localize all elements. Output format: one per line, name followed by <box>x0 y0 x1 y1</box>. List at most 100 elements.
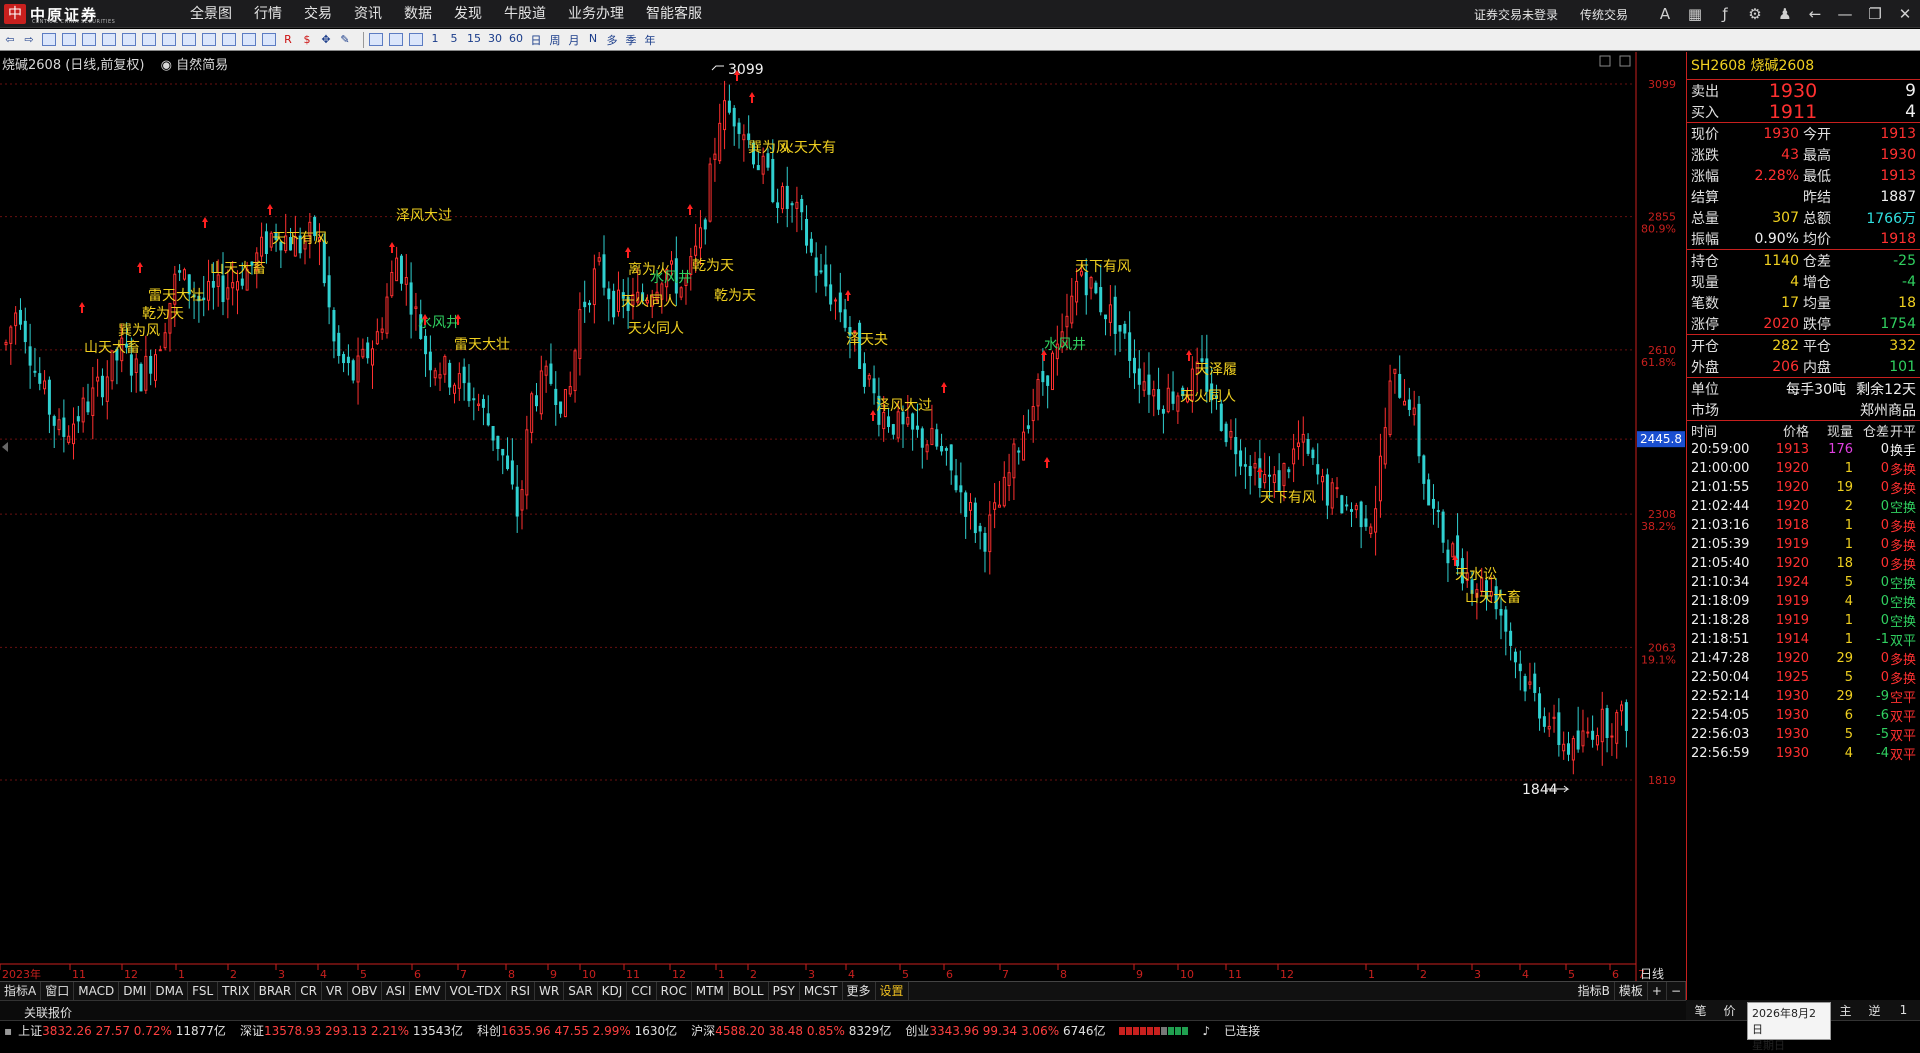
indicator-tab-21[interactable]: BOLL <box>729 982 769 1000</box>
tool-icon-15[interactable] <box>409 33 423 46</box>
indicator-right-tab-1[interactable]: 模板 <box>1615 982 1648 1000</box>
rsi-icon[interactable]: R <box>282 33 294 46</box>
indicator-tab-8[interactable]: CR <box>296 982 322 1000</box>
chart-maximize-icon[interactable] <box>1619 55 1631 67</box>
menu-item-1[interactable]: 行情 <box>254 0 282 28</box>
indicator-tab-17[interactable]: KDJ <box>598 982 628 1000</box>
period-9[interactable]: 多 <box>606 32 618 48</box>
move-icon[interactable]: ✥ <box>320 33 332 46</box>
tool-icon-6[interactable] <box>142 33 156 46</box>
period-5[interactable]: 日 <box>530 32 542 48</box>
sound-icon[interactable]: ♪ <box>1202 1024 1210 1038</box>
indicator-tab-23[interactable]: MCST <box>800 982 843 1000</box>
chart-restore-icon[interactable] <box>1599 55 1611 67</box>
pencil-icon[interactable]: ✎ <box>339 33 351 46</box>
indicator-tab-19[interactable]: ROC <box>657 982 692 1000</box>
indicator-tab-25[interactable]: 设置 <box>876 982 909 1000</box>
forward-arrow-icon[interactable]: ⇨ <box>23 33 35 46</box>
indicator-tab-11[interactable]: ASI <box>382 982 411 1000</box>
indicator-tab-9[interactable]: VR <box>322 982 348 1000</box>
indicator-tab-12[interactable]: EMV <box>410 982 446 1000</box>
indicator-tab-14[interactable]: RSI <box>507 982 536 1000</box>
indicator-tab-18[interactable]: CCI <box>627 982 657 1000</box>
period-0[interactable]: 1 <box>429 32 441 48</box>
period-11[interactable]: 年 <box>644 32 656 48</box>
period-1[interactable]: 5 <box>448 32 460 48</box>
period-8[interactable]: N <box>587 32 599 48</box>
panel-tab-7[interactable]: 1 <box>1889 1003 1918 1017</box>
tool-icon-8[interactable] <box>182 33 196 46</box>
zoom-out-button[interactable]: − <box>1667 982 1686 1000</box>
tool-icon-3[interactable] <box>82 33 96 46</box>
indicator-tab-22[interactable]: PSY <box>769 982 800 1000</box>
tool-icon-5[interactable] <box>122 33 136 46</box>
tool-icon-14[interactable] <box>389 33 403 46</box>
candlestick-chart[interactable]: 30992855261023082063181980.9%61.8%38.2%1… <box>0 52 1686 982</box>
indicator-tab-24[interactable]: 更多 <box>843 982 876 1000</box>
panel-tab-6[interactable]: 逆 <box>1860 1002 1889 1019</box>
indicator-tab-0[interactable]: 指标A <box>0 982 42 1000</box>
login-status-link[interactable]: 证券交易未登录 <box>1474 6 1558 23</box>
index-item[interactable]: 创业3343.96 99.34 3.06% 6746亿 <box>905 1022 1105 1039</box>
panel-tab-0[interactable]: 笔 <box>1686 1002 1715 1019</box>
period-label[interactable]: 日线 <box>1640 965 1664 982</box>
zoom-in-button[interactable]: + <box>1648 982 1667 1000</box>
restore-icon[interactable]: ❐ <box>1860 5 1890 23</box>
indicator-tab-1[interactable]: 窗口 <box>41 982 75 1000</box>
tool-icon-9[interactable] <box>202 33 216 46</box>
index-item[interactable]: 科创1635.96 47.55 2.99% 1630亿 <box>477 1022 677 1039</box>
indicator-tab-4[interactable]: DMA <box>151 982 189 1000</box>
buy-price[interactable]: 1911 <box>1733 101 1853 123</box>
tool-icon-13[interactable] <box>369 33 383 46</box>
menu-item-3[interactable]: 资讯 <box>354 0 382 28</box>
index-item[interactable]: 上证3832.26 27.57 0.72% 11877亿 <box>18 1022 226 1039</box>
indicator-tab-7[interactable]: BRAR <box>255 982 297 1000</box>
menu-item-5[interactable]: 发现 <box>454 0 482 28</box>
indicator-tab-10[interactable]: OBV <box>348 982 383 1000</box>
tool-icon-12[interactable] <box>262 33 276 46</box>
grid-layout-icon[interactable]: ▦ <box>1680 5 1710 23</box>
period-7[interactable]: 月 <box>568 32 580 48</box>
related-quote-label[interactable]: 关联报价 <box>24 1004 72 1021</box>
indicator-tab-5[interactable]: FSL <box>188 982 219 1000</box>
minimize-icon[interactable]: — <box>1830 5 1860 23</box>
indicator-tab-2[interactable]: MACD <box>74 982 120 1000</box>
menu-item-7[interactable]: 业务办理 <box>568 0 624 28</box>
menu-item-2[interactable]: 交易 <box>304 0 332 28</box>
classic-trade-link[interactable]: 传统交易 <box>1580 6 1628 23</box>
indicator-tab-6[interactable]: TRIX <box>218 982 255 1000</box>
index-item[interactable]: 深证13578.93 293.13 2.21% 13543亿 <box>240 1022 463 1039</box>
indicator-tab-16[interactable]: SAR <box>564 982 598 1000</box>
dollar-icon[interactable]: $ <box>301 33 313 46</box>
tool-icon-4[interactable] <box>102 33 116 46</box>
tool-icon-10[interactable] <box>222 33 236 46</box>
period-4[interactable]: 60 <box>509 32 523 48</box>
menu-item-8[interactable]: 智能客服 <box>646 0 702 28</box>
indicator-tab-3[interactable]: DMI <box>119 982 152 1000</box>
panel-tab-1[interactable]: 价 <box>1715 1002 1744 1019</box>
period-6[interactable]: 周 <box>549 32 561 48</box>
menu-item-0[interactable]: 全景图 <box>190 0 232 28</box>
tool-icon-7[interactable] <box>162 33 176 46</box>
menu-item-4[interactable]: 数据 <box>404 0 432 28</box>
formula-icon[interactable]: ƒ <box>1710 5 1740 23</box>
period-10[interactable]: 季 <box>625 32 637 48</box>
font-size-icon[interactable]: A <box>1650 5 1680 23</box>
tool-icon-1[interactable] <box>42 33 56 46</box>
indicator-tab-15[interactable]: WR <box>535 982 565 1000</box>
sell-price[interactable]: 1930 <box>1733 80 1853 102</box>
menu-item-6[interactable]: 牛股道 <box>504 0 546 28</box>
scroll-left-icon[interactable] <box>2 442 8 452</box>
indicator-right-tab-0[interactable]: 指标B <box>1574 982 1615 1000</box>
close-icon[interactable]: ✕ <box>1890 5 1920 23</box>
back-icon[interactable]: ← <box>1800 5 1830 23</box>
index-item[interactable]: 沪深4588.20 38.48 0.85% 8329亿 <box>691 1022 891 1039</box>
indicator-tab-20[interactable]: MTM <box>692 982 729 1000</box>
indicator-tab-13[interactable]: VOL-TDX <box>446 982 507 1000</box>
tool-icon-2[interactable] <box>62 33 76 46</box>
panel-tab-5[interactable]: 主 <box>1831 1002 1860 1019</box>
tool-icon-11[interactable] <box>242 33 256 46</box>
gear-icon[interactable]: ⚙ <box>1740 5 1770 23</box>
back-arrow-icon[interactable]: ⇦ <box>4 33 16 46</box>
skin-icon[interactable]: ♟ <box>1770 5 1800 23</box>
